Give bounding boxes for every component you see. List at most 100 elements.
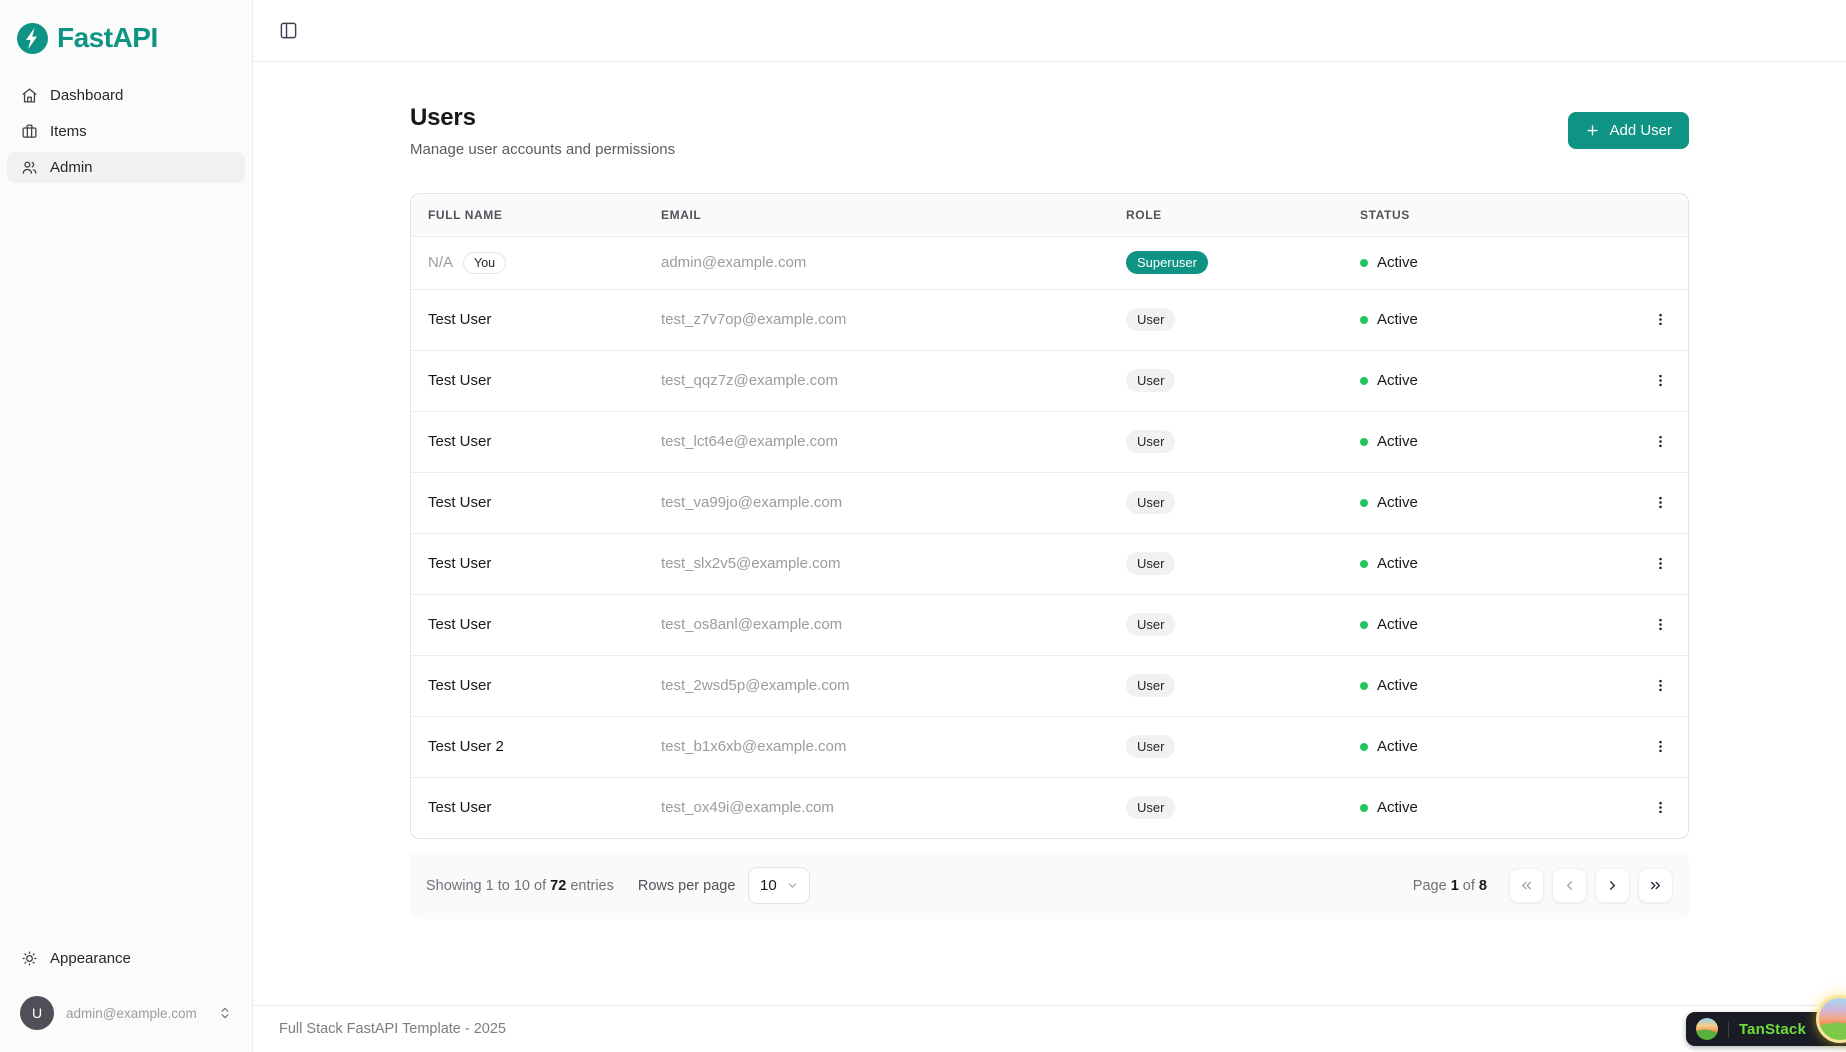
status-badge: Active [1360,254,1630,271]
user-row: Test Usertest_z7v7op@example.comUserActi… [411,289,1689,350]
status-badge: Active [1360,677,1630,694]
ellipsis-vertical-icon [1653,739,1668,754]
user-menu[interactable]: U admin@example.com [10,988,242,1038]
user-email: test_b1x6xb@example.com [644,716,1109,777]
column-header-role: ROLE [1109,194,1343,236]
pagination-bar: Showing 1 to 10 of 72 entries Rows per p… [410,852,1689,919]
role-badge: Superuser [1126,251,1208,274]
rows-per-page-select[interactable]: 10 [748,867,810,904]
row-actions-button[interactable] [1648,795,1673,820]
role-badge: User [1126,430,1175,453]
ellipsis-vertical-icon [1653,373,1668,388]
row-actions-button[interactable] [1648,307,1673,332]
row-actions-button[interactable] [1648,673,1673,698]
house-icon [21,87,38,104]
sidebar-spacer [0,183,252,943]
next-page-button[interactable] [1595,868,1630,903]
user-fullname: Test User [428,616,644,633]
sidebar-toggle-button[interactable] [275,17,302,44]
row-actions-button[interactable] [1648,612,1673,637]
row-actions-button[interactable] [1648,429,1673,454]
first-page-button[interactable] [1509,868,1544,903]
main-area: Users Manage user accounts and permissio… [253,0,1846,1052]
ellipsis-vertical-icon [1653,495,1668,510]
previous-page-button[interactable] [1552,868,1587,903]
user-email: test_va99jo@example.com [644,472,1109,533]
status-dot-icon [1360,804,1368,812]
page-content: Users Manage user accounts and permissio… [253,62,1846,1005]
sidebar-item-admin[interactable]: Admin [7,152,245,183]
sidebar-item-label: Admin [50,159,93,176]
sidebar-item-label: Items [50,123,87,140]
user-row: Test Usertest_slx2v5@example.comUserActi… [411,533,1689,594]
row-actions-button[interactable] [1648,368,1673,393]
row-actions-button[interactable] [1648,551,1673,576]
row-actions-button[interactable] [1648,734,1673,759]
user-email: test_os8anl@example.com [644,594,1109,655]
ellipsis-vertical-icon [1653,556,1668,571]
topbar [253,0,1846,62]
role-badge: User [1126,796,1175,819]
ellipsis-vertical-icon [1653,617,1668,632]
tanstack-label: TanStack [1739,1021,1806,1038]
sun-icon [21,950,38,967]
chevrons-right-icon [1648,878,1663,893]
status-dot-icon [1360,682,1368,690]
sidebar-item-items[interactable]: Items [7,116,245,147]
status-dot-icon [1360,743,1368,751]
footer-text: Full Stack FastAPI Template - 2025 [279,1021,506,1037]
role-badge: User [1126,735,1175,758]
user-row: Test Usertest_ox49i@example.comUserActiv… [411,777,1689,838]
user-email: test_2wsd5p@example.com [644,655,1109,716]
page-subtitle: Manage user accounts and permissions [410,141,675,158]
fastapi-logo-icon [17,23,48,54]
user-email-label: admin@example.com [66,1006,206,1021]
user-row: Test Usertest_os8anl@example.comUserActi… [411,594,1689,655]
status-badge: Active [1360,494,1630,511]
role-badge: User [1126,491,1175,514]
appearance-label: Appearance [50,950,131,967]
table-header-row: FULL NAME EMAIL ROLE STATUS [411,194,1689,236]
user-fullname: Test User [428,555,644,572]
role-badge: User [1126,613,1175,636]
last-page-button[interactable] [1638,868,1673,903]
user-fullname: Test User [428,494,644,511]
user-email: test_z7v7op@example.com [644,289,1109,350]
add-user-button[interactable]: Add User [1568,112,1689,149]
status-badge: Active [1360,555,1630,572]
brand-name: FastAPI [57,22,158,54]
ellipsis-vertical-icon [1653,678,1668,693]
page-title: Users [410,104,675,132]
users-icon [21,159,38,176]
user-row: Test Usertest_qqz7z@example.comUserActiv… [411,350,1689,411]
status-dot-icon [1360,316,1368,324]
column-header-fullname: FULL NAME [411,194,644,236]
users-table-card: FULL NAME EMAIL ROLE STATUS N/AYouadmin@… [410,193,1689,839]
avatar: U [20,996,54,1030]
status-dot-icon [1360,621,1368,629]
row-actions-button[interactable] [1648,490,1673,515]
sidebar-item-appearance[interactable]: Appearance [0,943,252,974]
brand-logo[interactable]: FastAPI [0,0,252,54]
role-badge: User [1126,674,1175,697]
status-dot-icon [1360,377,1368,385]
user-email: test_qqz7z@example.com [644,350,1109,411]
tanstack-devtools-pill[interactable]: TanStack [1686,1012,1846,1046]
sidebar-item-dashboard[interactable]: Dashboard [7,80,245,111]
page-footer: Full Stack FastAPI Template - 2025 [253,1005,1846,1052]
status-badge: Active [1360,311,1630,328]
user-fullname: Test User [428,799,644,816]
rows-per-page-label: Rows per page [638,878,736,894]
plus-icon [1585,123,1600,138]
user-email: test_lct64e@example.com [644,411,1109,472]
sidebar-nav: Dashboard Items Admin [0,80,252,183]
chevron-left-icon [1562,878,1577,893]
user-row: Test Usertest_va99jo@example.com User Acti… [411,472,1689,533]
user-fullname: Test User [428,311,644,328]
devtools-divider [1728,1021,1729,1038]
page-indicator: Page 1 of 8 [1413,878,1487,894]
user-fullname: Test User 2 [428,738,644,755]
chevron-right-icon [1605,878,1620,893]
tanstack-devtools-badge: TanStack [1686,1012,1846,1046]
role-badge: User [1126,552,1175,575]
